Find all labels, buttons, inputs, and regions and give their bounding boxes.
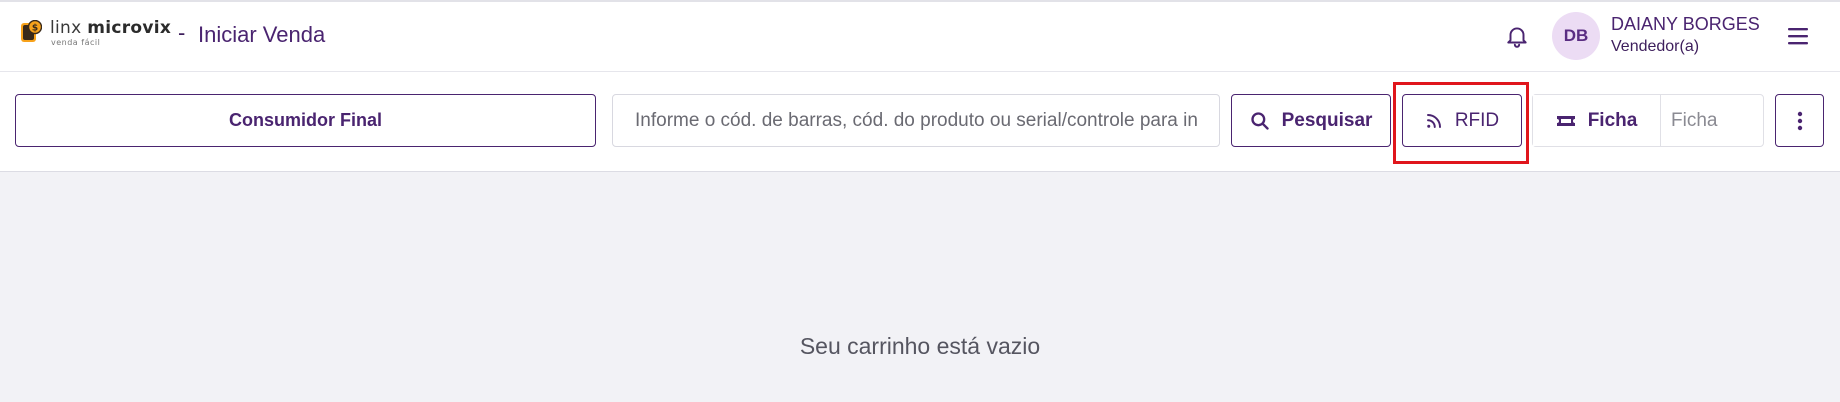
title-separator: - (178, 20, 186, 45)
more-options-button[interactable] (1775, 94, 1824, 147)
ficha-button[interactable]: Ficha (1533, 95, 1661, 146)
logo-tagline: venda fácil (51, 38, 101, 47)
rss-feed-icon (1426, 113, 1441, 128)
logo-word-microvix: microvix (87, 18, 172, 38)
top-header: $ linx microvix venda fácil - Iniciar Ve… (0, 0, 1840, 72)
user-avatar[interactable]: DB (1552, 12, 1600, 60)
search-button-label: Pesquisar (1281, 109, 1373, 131)
linx-microvix-logo[interactable]: $ linx microvix venda fácil (20, 18, 171, 52)
search-button[interactable]: Pesquisar (1231, 94, 1391, 147)
ficha-button-label: Ficha (1587, 109, 1638, 131)
svg-text:$: $ (32, 24, 38, 34)
user-name: DAIANY BORGES (1611, 14, 1760, 34)
notifications-button[interactable] (1502, 20, 1532, 52)
logo-wordmark: linx microvix (50, 18, 171, 38)
ficha-group: Ficha (1532, 94, 1764, 147)
logo-word-linx: linx (50, 18, 82, 38)
customer-select-button[interactable]: Consumidor Final (15, 94, 596, 147)
product-search-input[interactable] (612, 94, 1220, 147)
ticket-icon (1556, 115, 1575, 126)
hamburger-menu-icon (1788, 28, 1808, 45)
bell-icon (1507, 27, 1527, 48)
sale-toolbar: Consumidor Final Pesquisar RFID Ficha (0, 72, 1840, 172)
logo-mark-icon: $ (21, 20, 42, 42)
rfid-button[interactable]: RFID (1402, 94, 1522, 147)
page-title: Iniciar Venda (198, 22, 326, 47)
user-role: Vendedor(a) (1611, 38, 1700, 55)
search-icon (1250, 111, 1269, 130)
empty-cart-message: Seu carrinho está vazio (799, 333, 1041, 359)
main-menu-button[interactable] (1784, 22, 1812, 50)
rfid-button-label: RFID (1454, 109, 1500, 131)
more-vertical-icon (1797, 111, 1802, 130)
ficha-input[interactable] (1661, 95, 1763, 146)
